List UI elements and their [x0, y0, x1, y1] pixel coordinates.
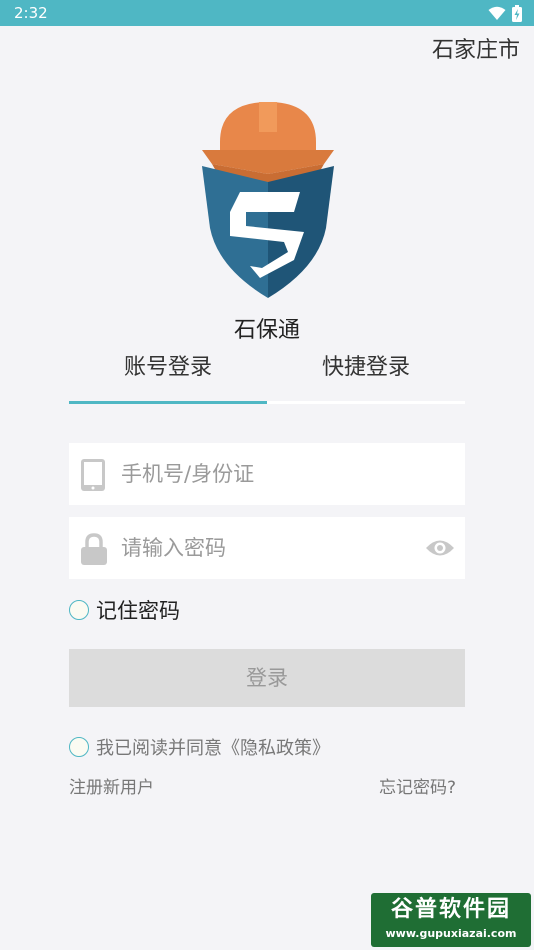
status-bar: 2:32 — [0, 0, 534, 26]
forgot-password-link[interactable]: 忘记密码? — [379, 776, 456, 800]
password-input[interactable] — [121, 517, 421, 579]
tab-account-login[interactable]: 账号登录 — [69, 350, 267, 386]
agree-radio[interactable] — [69, 737, 89, 757]
wifi-icon — [488, 6, 506, 20]
app-name: 石保通 — [233, 318, 300, 343]
lock-icon — [81, 533, 107, 565]
battery-icon — [512, 4, 522, 22]
remember-password-toggle[interactable]: 记住密码 — [69, 595, 180, 625]
login-button[interactable]: 登录 — [69, 649, 465, 707]
watermark-url: www.gupuxiazai.com — [385, 927, 517, 940]
remember-label: 记住密码 — [96, 599, 180, 623]
login-tabs: 账号登录 快捷登录 — [69, 350, 465, 406]
remember-radio[interactable] — [69, 600, 89, 620]
shield-helmet-logo — [202, 102, 334, 298]
phone-field — [69, 443, 465, 505]
agree-label[interactable]: 我已阅读并同意《隐私政策》 — [96, 734, 330, 760]
watermark-logo: 谷普软件园 www.gupuxiazai.com — [371, 893, 531, 947]
phone-icon — [81, 459, 105, 491]
register-link[interactable]: 注册新用户 — [69, 776, 154, 800]
city-selector[interactable]: 石家庄市 — [432, 36, 520, 66]
password-field — [69, 517, 465, 579]
tab-active-indicator — [69, 401, 267, 404]
status-time: 2:32 — [14, 4, 48, 22]
phone-input[interactable] — [121, 443, 421, 505]
eye-icon[interactable] — [425, 537, 455, 559]
privacy-agree-toggle[interactable]: 我已阅读并同意《隐私政策》 — [69, 733, 330, 761]
watermark-title: 谷普软件园 — [390, 897, 511, 922]
status-icons — [488, 4, 522, 22]
tab-quick-login[interactable]: 快捷登录 — [267, 350, 465, 386]
